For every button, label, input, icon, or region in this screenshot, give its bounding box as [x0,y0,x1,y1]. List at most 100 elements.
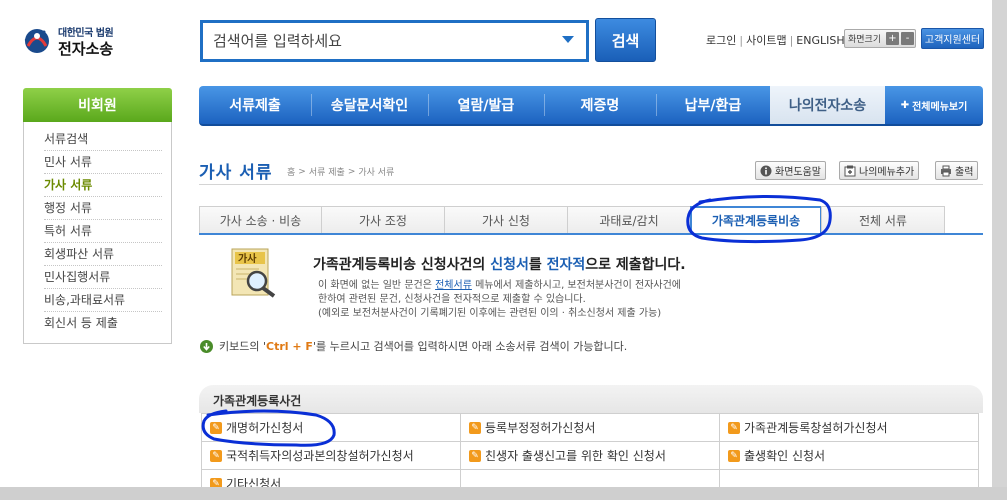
sidebar-item-document-search[interactable]: 서류검색 [44,128,162,151]
document-search-icon: 가사 [231,248,276,298]
doc-label: 출생확인 신청서 [744,449,826,463]
sitemap-link[interactable]: 사이트맵 [746,32,786,48]
sidebar-item-administrative[interactable]: 행정 서류 [44,197,162,220]
logo-subtitle: 대한민국 법원 [58,28,114,39]
intro-title-highlight-form: 신청서 [490,257,529,273]
intro-line-1b: 메뉴에서 제출하시고, 보전처분사건이 전자사건에 [471,280,681,291]
screen-help-label: 화면도움말 [775,167,821,178]
nav-item-certificates[interactable]: 제증명 [544,86,656,124]
tab-fine-detention[interactable]: 과태료/감치 [567,206,691,234]
doc-register-correction[interactable]: ✎ 등록부정정허가신청서 [461,414,720,442]
support-center-button[interactable]: 고객지원센터 [921,28,984,49]
sidebar-item-noncontentious[interactable]: 비송,과태료서류 [44,289,162,312]
pencil-icon: ✎ [728,421,740,434]
keyboard-tip-text: 키보드의 'Ctrl + F'를 누르시고 검색어를 입력하시면 아래 소송서류… [219,338,627,354]
font-size-label: 화면크기 [848,35,882,45]
doc-naturalized-surname[interactable]: ✎ 국적취득자의성과본의창설허가신청서 [202,442,461,470]
intro-description: 이 화면에 없는 일반 문건은 전체서류 메뉴에서 제출하시고, 보전처분사건이… [318,279,738,321]
court-emblem-icon [24,29,49,53]
window-edge [992,0,1007,500]
tab-all-documents[interactable]: 전체 서류 [821,206,945,234]
window-bottom-edge [0,487,1007,500]
intro-line-3: (예외로 보전처분사건이 기록폐기된 이후에는 관련된 이의 · 취소신청서 제… [318,308,662,319]
nav-item-viewing[interactable]: 열람/발급 [428,86,544,124]
intro-line-2: 한하여 관련된 문건, 신청사건을 전자적으로 제출할 수 있습니다. [318,294,586,305]
section-title: 가족관계등록사건 [213,394,302,408]
sidebar-item-family[interactable]: 가사 서류 [44,174,162,197]
doc-label: 가족관계등록창설허가신청서 [744,421,888,435]
title-divider [199,184,983,185]
plus-icon: ✚ [900,99,910,111]
search-button[interactable]: 검색 [595,18,656,62]
doc-label: 국적취득자의성과본의창설허가신청서 [226,449,414,463]
tabs-underline [199,233,983,235]
separator: | [739,33,744,47]
sidebar-item-civil[interactable]: 민사 서류 [44,151,162,174]
pencil-icon: ✎ [469,449,481,462]
font-plus-button[interactable]: + [886,32,899,45]
main-nav: 서류제출 송달문서확인 열람/발급 제증명 납부/환급 나의전자소송 [199,86,983,126]
keyboard-tip: 키보드의 'Ctrl + F'를 누르시고 검색어를 입력하시면 아래 소송서류… [200,338,627,354]
pencil-icon: ✎ [210,421,222,434]
breadcrumb-current: 가사 서류 [358,168,395,178]
nav-item-my-lawsuit[interactable]: 나의전자소송 [770,86,885,124]
info-icon [760,165,772,176]
add-my-menu-button[interactable]: 나의메뉴추가 [839,161,920,180]
intro-title: 가족관계등록비송 신청사건의 신청서를 전자적으로 제출합니다. [313,254,686,274]
nav-item-submit[interactable]: 서류제출 [199,86,311,124]
intro-title-a: 가족관계등록비송 신청사건의 [313,257,491,273]
doc-label: 개명허가신청서 [226,421,304,435]
chevron-down-icon[interactable] [562,36,574,43]
doc-icon-label: 가사 [238,252,257,265]
separator: | [789,33,794,47]
sidebar-item-civil-execution[interactable]: 민사집행서류 [44,266,162,289]
intro-title-highlight-electronic: 전자적 [546,257,586,273]
screen-help-button[interactable]: 화면도움말 [755,161,826,180]
doc-register-creation[interactable]: ✎ 가족관계등록창설허가신청서 [720,414,979,442]
english-link[interactable]: ENGLISH [796,34,844,47]
intro-title-c: 으로 제출합니다. [585,257,686,273]
tab-family-registration[interactable]: 가족관계등록비송 [690,206,822,235]
logo-title: 전자소송 [58,40,114,58]
nav-item-payment[interactable]: 납부/환급 [656,86,770,124]
sidebar: 서류검색 민사 서류 가사 서류 행정 서류 특허 서류 회생파산 서류 민사집… [23,122,172,344]
search-box [200,20,589,62]
court-logo[interactable]: 대한민국 법원 전자소송 [22,24,132,60]
tab-family-mediation[interactable]: 가사 조정 [321,206,445,234]
breadcrumb-sep: > [298,166,306,177]
tab-family-application[interactable]: 가사 신청 [444,206,568,234]
breadcrumb-submit[interactable]: 서류 제출 [309,165,345,178]
print-label: 출력 [955,167,974,178]
doc-name-change-permit[interactable]: ✎ 개명허가신청서 [202,414,461,442]
doc-label: 등록부정정허가신청서 [485,421,596,435]
page: 대한민국 법원 전자소송 검색 로그인 | 사이트맵 | ENGLISH 화면크… [0,0,992,500]
breadcrumb-home[interactable]: 홈 [287,165,295,178]
page-title: 가사 서류 [199,163,273,183]
sidebar-item-patent[interactable]: 특허 서류 [44,220,162,243]
intro-title-b: 를 [528,257,547,273]
breadcrumb-sep: > [347,166,356,177]
doc-birth-report-confirm[interactable]: ✎ 친생자 출생신고를 위한 확인 신청서 [461,442,720,470]
breadcrumb: 홈 > 서류 제출 > 가사 서류 [287,165,395,179]
section-header [199,385,983,413]
doc-label: 친생자 출생신고를 위한 확인 신청서 [485,449,666,463]
utility-links: 로그인 | 사이트맵 | ENGLISH [706,32,845,48]
kb-tip-keys: Ctrl + F [266,340,313,353]
pencil-icon: ✎ [728,449,740,462]
font-size-control: 화면크기 + - [844,29,916,48]
all-menu-button[interactable]: ✚ 전체메뉴보기 [885,86,983,124]
pencil-icon: ✎ [469,421,481,434]
kb-tip-a: 키보드의 ' [219,340,267,353]
font-minus-button[interactable]: - [901,32,914,45]
sidebar-title: 비회원 [23,88,172,122]
search-input[interactable] [213,29,553,53]
sidebar-item-reply-submit[interactable]: 회신서 등 제출 [44,312,162,335]
doc-birth-confirm[interactable]: ✎ 출생확인 신청서 [720,442,979,470]
nav-item-delivery[interactable]: 송달문서확인 [311,86,428,124]
all-documents-link[interactable]: 전체서류 [435,280,472,291]
print-button[interactable]: 출력 [935,161,979,180]
add-my-menu-label: 나의메뉴추가 [859,167,915,178]
login-link[interactable]: 로그인 [706,32,736,48]
sidebar-item-bankruptcy[interactable]: 회생파산 서류 [44,243,162,266]
tab-family-lawsuit[interactable]: 가사 소송 · 비송 [199,206,322,234]
